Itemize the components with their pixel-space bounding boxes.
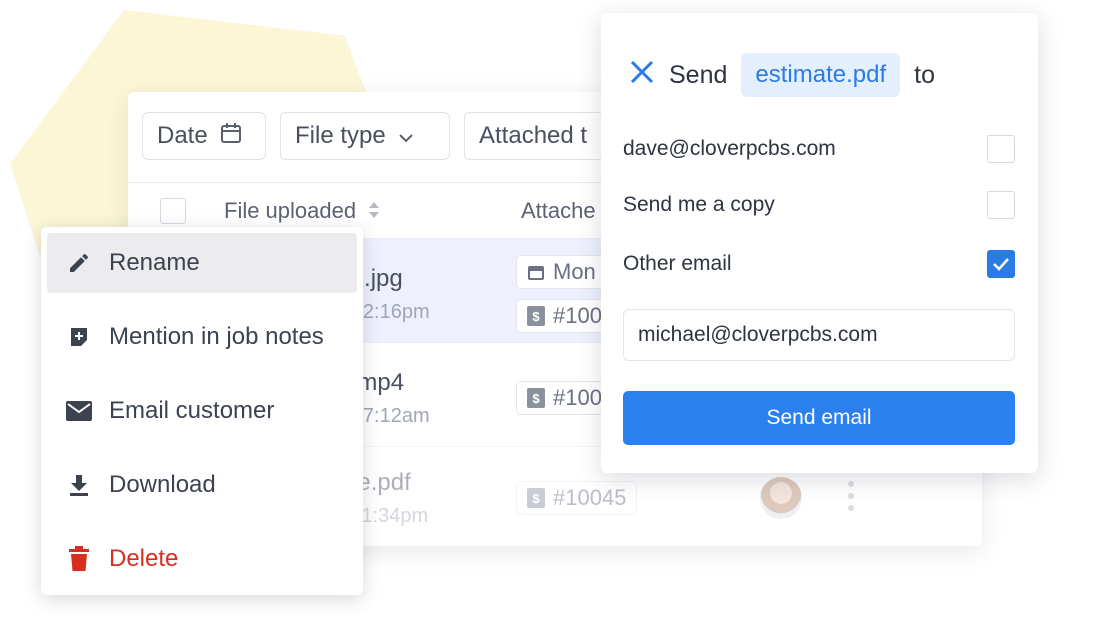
column-header-attached[interactable]: Attache — [521, 198, 596, 224]
menu-item-label: Delete — [109, 545, 179, 572]
avatar[interactable] — [760, 477, 802, 519]
other-email-checkbox[interactable] — [987, 250, 1015, 278]
attachment-pill: estimate.pdf — [741, 53, 901, 97]
select-all-checkbox[interactable] — [160, 198, 186, 224]
menu-item-label: Mention in job notes — [109, 323, 324, 350]
invoice-chip[interactable]: $ #100 — [516, 381, 613, 415]
send-email-button[interactable]: Send email — [623, 391, 1015, 445]
filter-bar: Date File type Attached t — [142, 112, 664, 160]
other-email-field[interactable] — [623, 309, 1015, 361]
calendar-icon — [220, 122, 242, 151]
copy-option[interactable]: Send me a copy — [623, 191, 1015, 219]
menu-item-label: Email customer — [109, 397, 275, 424]
recipient-checkbox[interactable] — [987, 135, 1015, 163]
file-context-menu: Rename Mention in job notes Email custom… — [41, 227, 363, 595]
recipient-option[interactable]: dave@cloverpcbs.com — [623, 135, 1015, 163]
trash-icon — [65, 546, 93, 572]
invoice-chip[interactable]: $ #10045 — [516, 481, 638, 515]
note-add-icon — [65, 325, 93, 349]
chip-label: #100 — [553, 303, 602, 328]
menu-item-email-customer[interactable]: Email customer — [47, 381, 357, 441]
envelope-icon — [65, 401, 93, 421]
sort-icon — [369, 202, 380, 218]
attached-filter-label: Attached t — [479, 122, 588, 149]
close-icon[interactable] — [629, 59, 655, 92]
copy-checkbox[interactable] — [987, 191, 1015, 219]
pencil-icon — [65, 251, 93, 275]
send-email-panel: Send estimate.pdf to dave@cloverpcbs.com… — [601, 13, 1038, 473]
recipient-label: dave@cloverpcbs.com — [623, 137, 836, 160]
chip-label: #10045 — [553, 485, 627, 510]
send-prefix: Send — [669, 60, 728, 89]
calendar-icon — [528, 266, 544, 280]
invoice-icon: $ — [527, 388, 545, 408]
menu-item-rename[interactable]: Rename — [47, 233, 357, 293]
more-options-icon[interactable] — [848, 481, 856, 511]
invoice-icon: $ — [527, 488, 545, 508]
other-email-label: Other email — [623, 252, 732, 275]
date-chip[interactable]: Mon — [516, 255, 607, 289]
menu-item-delete[interactable]: Delete — [47, 529, 357, 589]
download-icon — [65, 473, 93, 497]
file-type-filter[interactable]: File type — [280, 112, 450, 160]
invoice-chip[interactable]: $ #100 — [516, 299, 613, 333]
column-header-label: File uploaded — [224, 198, 357, 223]
date-filter-label: Date — [157, 122, 208, 149]
file-type-filter-label: File type — [295, 122, 386, 149]
chevron-down-icon — [398, 122, 414, 150]
other-email-option[interactable]: Other email — [623, 250, 1015, 278]
menu-item-label: Download — [109, 471, 216, 498]
menu-item-label: Rename — [109, 249, 200, 276]
column-header-file-uploaded[interactable]: File uploaded — [224, 198, 380, 224]
copy-label: Send me a copy — [623, 193, 775, 216]
send-suffix: to — [914, 60, 935, 89]
checkmark-icon — [993, 258, 1009, 271]
chip-label: #100 — [553, 385, 602, 410]
invoice-icon: $ — [527, 306, 545, 326]
menu-item-mention[interactable]: Mention in job notes — [47, 307, 357, 367]
date-filter[interactable]: Date — [142, 112, 266, 160]
send-panel-header: Send estimate.pdf to — [629, 51, 935, 99]
chip-label: Mon — [553, 259, 596, 284]
menu-item-download[interactable]: Download — [47, 455, 357, 515]
